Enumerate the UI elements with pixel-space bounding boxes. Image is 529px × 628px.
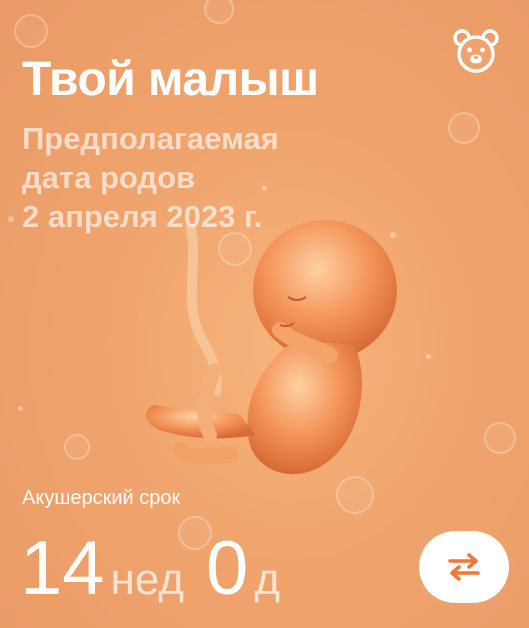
weeks-value: 14 [20, 526, 105, 611]
swap-button[interactable] [419, 531, 509, 603]
fetus-illustration [145, 220, 397, 475]
bear-face-icon[interactable] [453, 28, 499, 74]
obstetric-term-label: Акушерский срок [22, 487, 181, 509]
due-date-value: 2 апреля 2023 г. [22, 199, 263, 234]
due-date-label-line1: Предполагаемая [22, 121, 279, 156]
bokeh-dot [426, 354, 431, 359]
days-value: 0 [206, 526, 249, 611]
swap-arrows-icon [448, 553, 480, 581]
bokeh-circle [14, 14, 48, 48]
bokeh-dot [18, 406, 23, 411]
bokeh-circle [64, 434, 90, 460]
bokeh-dot [8, 216, 14, 222]
obstetric-term-value: 14 нед 0 д [20, 525, 302, 612]
baby-development-card[interactable]: Твой малыш Предполагаемая дата родов 2 а… [0, 0, 529, 628]
page-title: Твой малыш [22, 53, 319, 106]
weeks-unit: нед [110, 555, 185, 604]
due-date-label-line2: дата родов [22, 160, 196, 195]
bokeh-circle [484, 422, 516, 454]
bokeh-circle [204, 0, 234, 24]
bokeh-circle [448, 112, 480, 144]
due-date-text: Предполагаемая дата родов 2 апреля 2023 … [22, 119, 322, 236]
days-unit: д [254, 555, 280, 604]
